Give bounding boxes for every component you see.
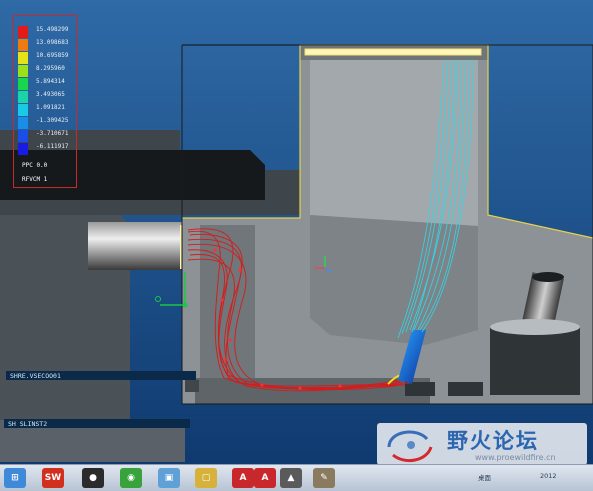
legend-row: 1.091821 [14,104,76,116]
legend-row: 13.098683 [14,39,76,51]
legend-value: 8.295960 [36,65,65,72]
small-rib-2 [405,382,435,396]
legend-row: -6.111917 [14,143,76,155]
legend-value: 5.894314 [36,78,65,85]
right-base-block [490,327,580,395]
tray-desktop-label[interactable]: 桌面 [478,472,491,482]
taskbar-icon-glyph: A [239,473,247,483]
cfd-model-view [0,0,593,464]
taskbar-icon-glyph: A [261,473,269,483]
legend-swatch [18,39,28,51]
taskbar-icon-glyph: ▣ [164,473,174,483]
upper-chamber-wall [310,60,478,226]
legend-swatch [18,91,28,103]
taskbar-icon-glyph: SW [44,473,62,483]
legend-value: -1.309425 [36,117,69,124]
tray-clock[interactable]: 2012 [540,472,557,480]
yellow-window-icon[interactable]: ▢ [195,468,217,488]
legend-row: 5.894314 [14,78,76,90]
legend-extra-label-1: PPC 0.0 [22,162,48,169]
window-app-icon[interactable]: ▣ [158,468,180,488]
forum-name: 野火论坛 [447,429,539,453]
legend-value: 10.695859 [36,52,69,59]
legend-value: -3.710671 [36,130,69,137]
legend-row: 10.695859 [14,52,76,64]
legend-swatch [18,143,28,155]
post-top [532,272,564,282]
legend-value: 3.493065 [36,91,65,98]
legend-extra-label-2: RFVCM 1 [22,176,48,183]
taskbar-icon-glyph: ▢ [201,473,211,483]
pdf-icon-2[interactable]: A [254,468,276,488]
legend-value: 13.098683 [36,39,69,46]
forum-watermark: 野火论坛 www.proewildfire.cn [377,423,587,464]
tool-app-icon[interactable]: ✎ [313,468,335,488]
lower-chamber [310,215,478,345]
pdf-icon[interactable]: A [232,468,254,488]
legend-swatch [18,117,28,129]
legend-value: 15.498299 [36,26,69,33]
taskbar-icon-glyph: ● [89,473,97,483]
photo-app-icon[interactable]: ▲ [280,468,302,488]
legend-swatch [18,78,28,90]
legend-swatch [18,104,28,116]
taskbar-icon-glyph: ▲ [287,473,295,483]
legend-swatch [18,130,28,142]
small-rib-3 [448,382,483,396]
legend-swatch [18,26,28,38]
legend-value: 1.091821 [36,104,65,111]
legend-row: 3.493065 [14,91,76,103]
top-opening-face [304,48,482,56]
cfd-3d-viewport[interactable]: 15.498299 13.098683 10.695859 8.295960 5.894… [0,0,593,464]
streamline-label-1: SHRE.VSECOO01 [10,372,61,380]
forum-logo-icon [387,430,433,463]
legend-row: -3.710671 [14,130,76,142]
shaft-cylinder [88,222,188,270]
taskbar-icon-glyph: ✎ [320,473,328,483]
inlet-channel [200,225,255,380]
taskbar-icon-glyph: ⊞ [11,473,19,483]
qq-penguin-icon[interactable]: ● [82,468,104,488]
right-base-top [490,319,580,335]
legend-row: -1.309425 [14,117,76,129]
solidworks-icon[interactable]: SW [42,468,64,488]
legend-row: 8.295960 [14,65,76,77]
green-app-icon[interactable]: ◉ [120,468,142,488]
forum-url: www.proewildfire.cn [475,453,556,462]
small-rib-1 [185,380,199,392]
streamline-label-2: SH SLINST2 [8,420,48,428]
windows-start-icon[interactable]: ⊞ [4,468,26,488]
legend-swatch [18,65,28,77]
legend-value: -6.111917 [36,143,69,150]
color-legend: 15.498299 13.098683 10.695859 8.295960 5.894… [13,15,77,188]
taskbar-icon-glyph: ◉ [127,473,135,483]
taskbar: ⊞ SW ● ◉ ▣ ▢ A A ▲ ✎ 桌面 2012 [0,464,593,491]
legend-row: 15.498299 [14,26,76,38]
legend-swatch [18,52,28,64]
